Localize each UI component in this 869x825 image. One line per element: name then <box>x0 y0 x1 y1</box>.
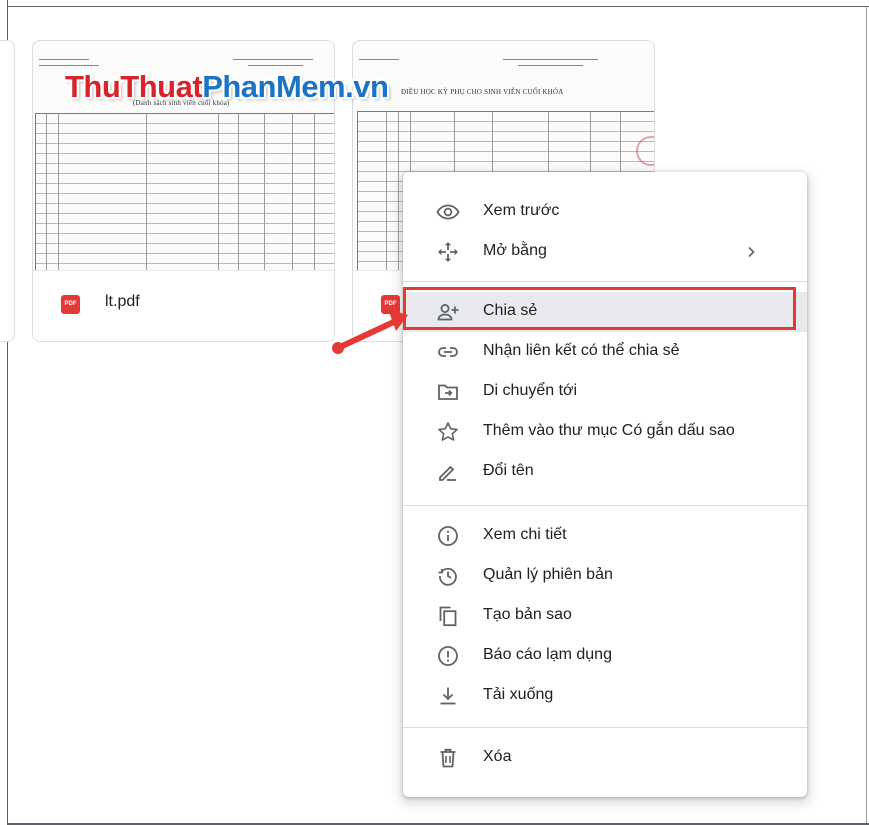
menu-item-label: Đổi tên <box>483 462 534 479</box>
menu-divider <box>403 505 807 506</box>
menu-item-label: Mở bằng <box>483 242 547 259</box>
window-frame-top <box>7 6 869 7</box>
star-icon <box>436 420 460 444</box>
doc-header-line <box>248 65 303 66</box>
watermark-part3: .vn <box>345 69 389 104</box>
history-icon <box>436 564 460 588</box>
menu-item-add-starred[interactable]: Thêm vào thư mục Có gắn dấu sao <box>403 412 807 452</box>
doc-header-line <box>39 65 99 66</box>
doc-table <box>35 113 334 273</box>
link-icon <box>436 340 460 364</box>
pencil-icon <box>436 460 460 484</box>
doc-header-line <box>503 59 598 60</box>
watermark-logo: ThuThuatPhanMem.vn <box>65 69 389 105</box>
menu-item-get-link[interactable]: Nhận liên kết có thể chia sẻ <box>403 332 807 372</box>
menu-item-label: Thêm vào thư mục Có gắn dấu sao <box>483 422 735 439</box>
watermark-part2: PhanMem <box>202 69 346 104</box>
menu-item-move-to[interactable]: Di chuyển tới <box>403 372 807 412</box>
doc-header-line <box>359 59 399 60</box>
doc-header-line <box>518 65 583 66</box>
menu-item-label: Chia sẻ <box>483 302 538 319</box>
menu-item-report-abuse[interactable]: Báo cáo lạm dụng <box>403 636 807 676</box>
menu-item-share[interactable]: Chia sẻ <box>403 292 807 332</box>
doc-header-line <box>233 59 313 60</box>
copy-icon <box>436 604 460 628</box>
menu-item-label: Tải xuống <box>483 686 554 703</box>
trash-icon <box>436 746 460 770</box>
pointer-arrow-icon <box>332 309 408 354</box>
download-icon <box>436 684 460 708</box>
menu-item-versions[interactable]: Quản lý phiên bản <box>403 556 807 596</box>
menu-item-label: Báo cáo lạm dụng <box>483 646 612 663</box>
folder-move-icon <box>436 380 460 404</box>
watermark-part1: ThuThuat <box>65 69 203 104</box>
file-name: lt.pdf <box>105 293 140 310</box>
menu-item-delete[interactable]: Xóa <box>403 738 807 778</box>
menu-divider <box>403 281 807 282</box>
menu-item-label: Di chuyển tới <box>483 382 578 399</box>
file-card-footer: PDF lt.pdf <box>33 270 334 341</box>
doc-header-line <box>39 59 89 60</box>
pdf-file-icon: PDF <box>61 295 80 314</box>
menu-item-rename[interactable]: Đổi tên <box>403 452 807 492</box>
chevron-right-icon <box>739 240 763 264</box>
menu-item-make-copy[interactable]: Tạo bản sao <box>403 596 807 636</box>
window-frame-right <box>866 6 867 825</box>
menu-item-label: Xem trước <box>483 202 560 219</box>
menu-item-download[interactable]: Tải xuống <box>403 676 807 716</box>
eye-icon <box>436 200 460 224</box>
info-icon <box>436 524 460 548</box>
menu-item-label: Tạo bản sao <box>483 606 572 623</box>
menu-divider <box>403 727 807 728</box>
menu-item-label: Quản lý phiên bản <box>483 566 613 583</box>
menu-item-details[interactable]: Xem chi tiết <box>403 516 807 556</box>
menu-item-preview[interactable]: Xem trước <box>403 192 807 232</box>
context-menu: Xem trước Mở bằng Chia sẻ Nhận liên kết … <box>403 172 807 797</box>
doc-heading: ĐIỀU HỌC KỲ PHỤ CHO SINH VIÊN CUỐI KHÓA <box>401 88 564 96</box>
report-icon <box>436 644 460 668</box>
file-card-partial[interactable] <box>0 40 15 342</box>
menu-item-open-with[interactable]: Mở bằng <box>403 232 807 272</box>
menu-item-label: Nhận liên kết có thể chia sẻ <box>483 342 680 359</box>
add-person-icon <box>436 300 460 324</box>
move-arrows-icon <box>436 240 460 264</box>
menu-item-label: Xóa <box>483 748 512 765</box>
menu-item-label: Xem chi tiết <box>483 526 567 543</box>
